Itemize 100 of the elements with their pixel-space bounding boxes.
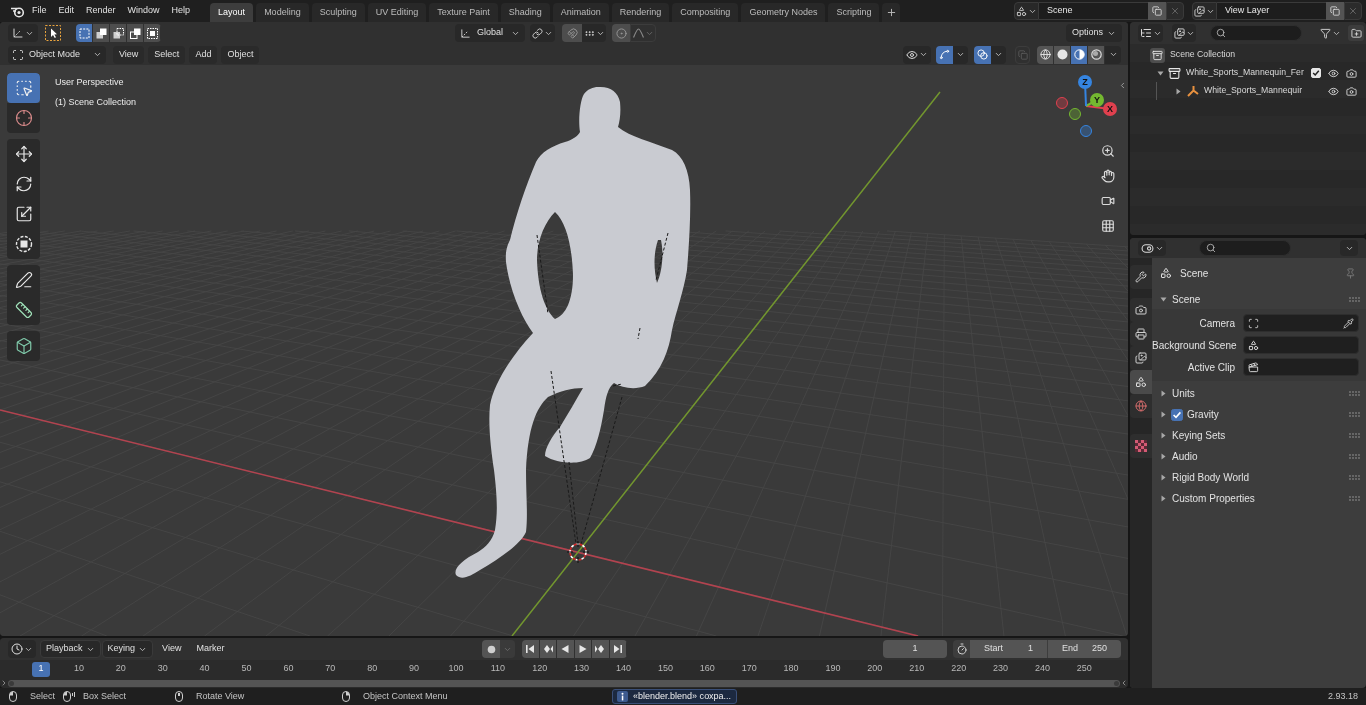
hand-icon[interactable] — [1101, 169, 1115, 183]
properties-tab[interactable] — [1130, 346, 1152, 370]
panel-title[interactable]: Keying Sets — [1172, 428, 1226, 443]
shading-mode-button[interactable] — [1071, 45, 1088, 64]
shading-mode-button[interactable] — [1054, 45, 1071, 64]
snap-toggle[interactable] — [562, 24, 582, 42]
chevron-left-icon[interactable] — [1120, 679, 1128, 687]
search-field[interactable] — [1210, 25, 1302, 41]
menu-item[interactable]: Edit — [52, 2, 81, 20]
picker-field[interactable] — [1243, 314, 1359, 332]
search-field[interactable] — [1199, 240, 1291, 256]
copy-button[interactable] — [1148, 2, 1166, 20]
menu-item[interactable]: Render — [80, 2, 122, 20]
grip-dots-icon[interactable] — [1349, 412, 1360, 417]
chevron-right-icon[interactable] — [0, 679, 8, 687]
archive-box-icon[interactable] — [1150, 47, 1165, 63]
snap-type-dropdown[interactable] — [582, 24, 606, 42]
tool-button[interactable] — [7, 265, 40, 295]
report-message[interactable]: «blender.blend» сохра... — [612, 689, 738, 704]
selection-mode-button[interactable] — [110, 24, 127, 42]
grip-dots-icon[interactable] — [1349, 391, 1360, 396]
tool-button[interactable] — [7, 295, 40, 325]
workspace-tab[interactable]: UV Editing — [367, 3, 427, 22]
triangle-right-icon[interactable] — [1160, 432, 1167, 439]
grip-dots-icon[interactable] — [1349, 296, 1360, 302]
editor-type-button[interactable] — [8, 640, 36, 658]
triangle-right-icon[interactable] — [1160, 411, 1167, 418]
panel-title[interactable]: Rigid Body World — [1172, 470, 1250, 485]
selection-mode-button[interactable] — [76, 24, 93, 42]
logo-icon[interactable] — [10, 4, 25, 18]
start-frame-field[interactable]: Start 1 — [970, 640, 1047, 658]
negative-axis-handle[interactable] — [1069, 108, 1081, 120]
tool-button[interactable] — [7, 229, 40, 259]
pointer-in-dashed-square-icon[interactable] — [44, 24, 62, 42]
shading-mode-button[interactable] — [1037, 45, 1054, 64]
menu-item[interactable]: Marker — [190, 640, 231, 658]
grid-icon[interactable] — [1101, 219, 1115, 233]
outliner-item-label[interactable]: White_Sports_Mannequin_Fer — [1186, 66, 1304, 80]
end-frame-field[interactable]: End 250 — [1047, 640, 1121, 658]
camera-icon[interactable] — [1346, 85, 1357, 97]
menu-item[interactable]: Add — [189, 45, 218, 64]
eye-icon[interactable] — [1328, 85, 1339, 97]
options-dropdown[interactable]: Options — [1065, 24, 1122, 42]
dropdown-menu[interactable]: Keying — [101, 640, 154, 658]
workspace-tab[interactable]: Scripting — [828, 3, 880, 22]
editor-type-button[interactable] — [1138, 240, 1166, 256]
pivot-dropdown[interactable] — [530, 24, 555, 42]
add-workspace-button[interactable] — [882, 3, 901, 22]
properties-tab[interactable] — [1130, 298, 1152, 322]
visibility-dropdown[interactable] — [903, 45, 931, 64]
menu-item[interactable]: File — [26, 2, 53, 20]
falloff-dropdown[interactable] — [630, 24, 656, 42]
triangle-down-icon[interactable] — [1157, 69, 1164, 77]
workspace-tab[interactable]: Sculpting — [311, 3, 365, 22]
branch-icon[interactable] — [1186, 85, 1199, 97]
auto-keying-toggle[interactable] — [482, 640, 500, 658]
proportional-toggle[interactable] — [612, 24, 630, 42]
workspace-tab[interactable]: Layout — [210, 3, 254, 22]
type-dropdown[interactable] — [1192, 2, 1217, 20]
zoom-icon[interactable] — [1101, 144, 1115, 158]
triangle-right-icon[interactable] — [1175, 87, 1182, 95]
panel-title[interactable]: Audio — [1172, 449, 1198, 464]
properties-tab[interactable] — [1130, 265, 1152, 289]
eyedropper-icon[interactable] — [1343, 317, 1354, 329]
properties-tab[interactable] — [1130, 434, 1152, 458]
checkbox[interactable] — [1171, 408, 1183, 421]
grip-dots-icon[interactable] — [1349, 475, 1360, 480]
panel-title[interactable]: Units — [1172, 386, 1195, 401]
playback-button[interactable] — [557, 640, 575, 658]
playback-button[interactable] — [522, 640, 540, 658]
display-mode-dropdown[interactable] — [1172, 24, 1196, 42]
panel-title[interactable]: Scene — [1172, 291, 1201, 307]
menu-item[interactable]: Select — [148, 45, 186, 64]
workspace-tab[interactable]: Compositing — [672, 3, 739, 22]
type-dropdown[interactable] — [1014, 2, 1039, 20]
grip-dots-icon[interactable] — [1349, 433, 1360, 438]
picker-field[interactable] — [1243, 358, 1359, 376]
gizmo-toggle[interactable] — [936, 45, 953, 64]
xray-toggle[interactable] — [1015, 45, 1030, 64]
copy-button[interactable] — [1326, 2, 1344, 20]
selection-mode-button[interactable] — [93, 24, 110, 42]
scroll-handle[interactable] — [1114, 680, 1119, 686]
cursor-3d-icon[interactable] — [566, 540, 590, 564]
menu-item[interactable]: Help — [165, 2, 197, 20]
workspace-tab[interactable]: Texture Paint — [429, 3, 498, 22]
axis-handle[interactable]: X — [1103, 102, 1117, 116]
properties-tab[interactable] — [1130, 394, 1152, 418]
selection-mode-button[interactable] — [127, 24, 144, 42]
axis-handle[interactable]: Y — [1090, 93, 1104, 107]
workspace-tab[interactable]: Modeling — [256, 3, 309, 22]
negative-axis-handle[interactable] — [1080, 125, 1092, 137]
workspace-tab[interactable]: Rendering — [611, 3, 670, 22]
menu-item[interactable]: View — [156, 640, 188, 658]
orientation-dropdown[interactable]: Global — [455, 24, 525, 42]
dropdown-menu[interactable]: Playback — [40, 640, 101, 658]
mode-dropdown[interactable]: Object Mode — [8, 45, 106, 64]
new-collection-button[interactable] — [1348, 25, 1364, 41]
tool-button[interactable] — [7, 331, 40, 361]
grip-dots-icon[interactable] — [1349, 454, 1360, 459]
preview-range-toggle[interactable] — [953, 640, 970, 658]
